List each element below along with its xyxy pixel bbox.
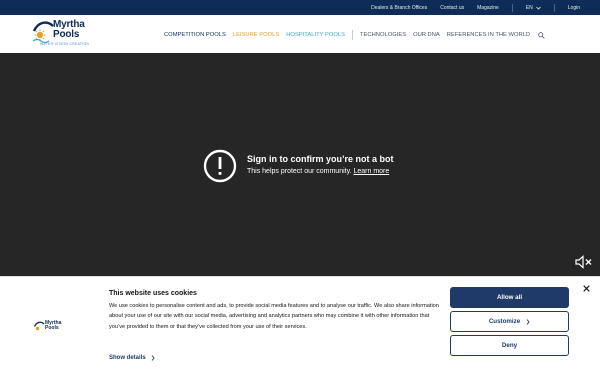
sun-logo-icon [33, 321, 45, 331]
nav-references[interactable]: REFERENCES IN THE WORLD [447, 32, 530, 38]
mute-icon[interactable] [575, 255, 593, 269]
video-message-title: Sign in to confirm you’re not a bot [247, 154, 394, 164]
chevron-right-icon [526, 318, 530, 325]
chevron-down-icon [535, 6, 541, 10]
allow-all-button[interactable]: Allow all [450, 287, 569, 308]
main-nav: COMPETITION POOLS LEISURE POOLS HOSPITAL… [164, 30, 545, 40]
cookie-logo-wordmark: Myrtha Pools [45, 321, 61, 331]
login-link[interactable]: Login [568, 5, 580, 11]
close-icon[interactable] [583, 285, 590, 292]
customize-button[interactable]: Customize [450, 311, 569, 332]
language-selector[interactable]: EN [526, 5, 541, 11]
show-details-label: Show details [109, 355, 146, 361]
divider [511, 3, 513, 12]
cookie-logo-line-2: Pools [45, 325, 59, 331]
cookie-banner: Myrtha Pools This website uses cookies W… [0, 276, 600, 375]
brand-tagline: WATER·VISION·CREATION [40, 42, 90, 46]
divider [553, 3, 555, 12]
nav-our-dna[interactable]: OUR DNA [413, 32, 440, 38]
deny-button[interactable]: Deny [450, 335, 569, 356]
nav-competition-pools[interactable]: COMPETITION POOLS [164, 32, 226, 38]
video-embed[interactable]: Sign in to confirm you’re not a bot This… [0, 53, 600, 278]
cookie-title: This website uses cookies [109, 290, 197, 297]
brand-line-2: Pools [53, 28, 80, 40]
dealers-link[interactable]: Dealers & Branch Offices [371, 5, 427, 11]
customize-label: Customize [488, 318, 521, 325]
top-utility-bar: Dealers & Branch Offices Contact us Maga… [0, 0, 600, 15]
nav-leisure-pools[interactable]: LEISURE POOLS [233, 32, 279, 38]
video-message-subtitle: This helps protect our community. Learn … [247, 168, 389, 175]
magazine-link[interactable]: Magazine [477, 5, 499, 11]
alert-icon [203, 149, 237, 183]
site-logo[interactable]: Myrtha Pools WATER·VISION·CREATION [31, 18, 111, 48]
utility-links: Dealers & Branch Offices Contact us Maga… [358, 0, 580, 15]
nav-technologies[interactable]: TECHNOLOGIES [360, 32, 406, 38]
language-label: EN [525, 4, 533, 11]
cookie-banner-logo: Myrtha Pools [33, 320, 73, 334]
video-subtitle-text: This helps protect our community. [247, 168, 352, 175]
sun-logo-icon [32, 21, 54, 44]
search-icon[interactable] [538, 31, 545, 39]
contact-link[interactable]: Contact us [440, 5, 464, 11]
site-header: Myrtha Pools WATER·VISION·CREATION COMPE… [0, 15, 600, 53]
show-details-link[interactable]: Show details [109, 355, 155, 361]
nav-hospitality-pools[interactable]: HOSPITALITY POOLS [286, 32, 345, 38]
chevron-right-icon [151, 355, 155, 361]
nav-divider [352, 30, 353, 40]
cookie-body-text: We use cookies to personalise content an… [109, 303, 439, 330]
brand-wordmark: Myrtha Pools [53, 20, 85, 39]
learn-more-link[interactable]: Learn more [353, 168, 389, 175]
